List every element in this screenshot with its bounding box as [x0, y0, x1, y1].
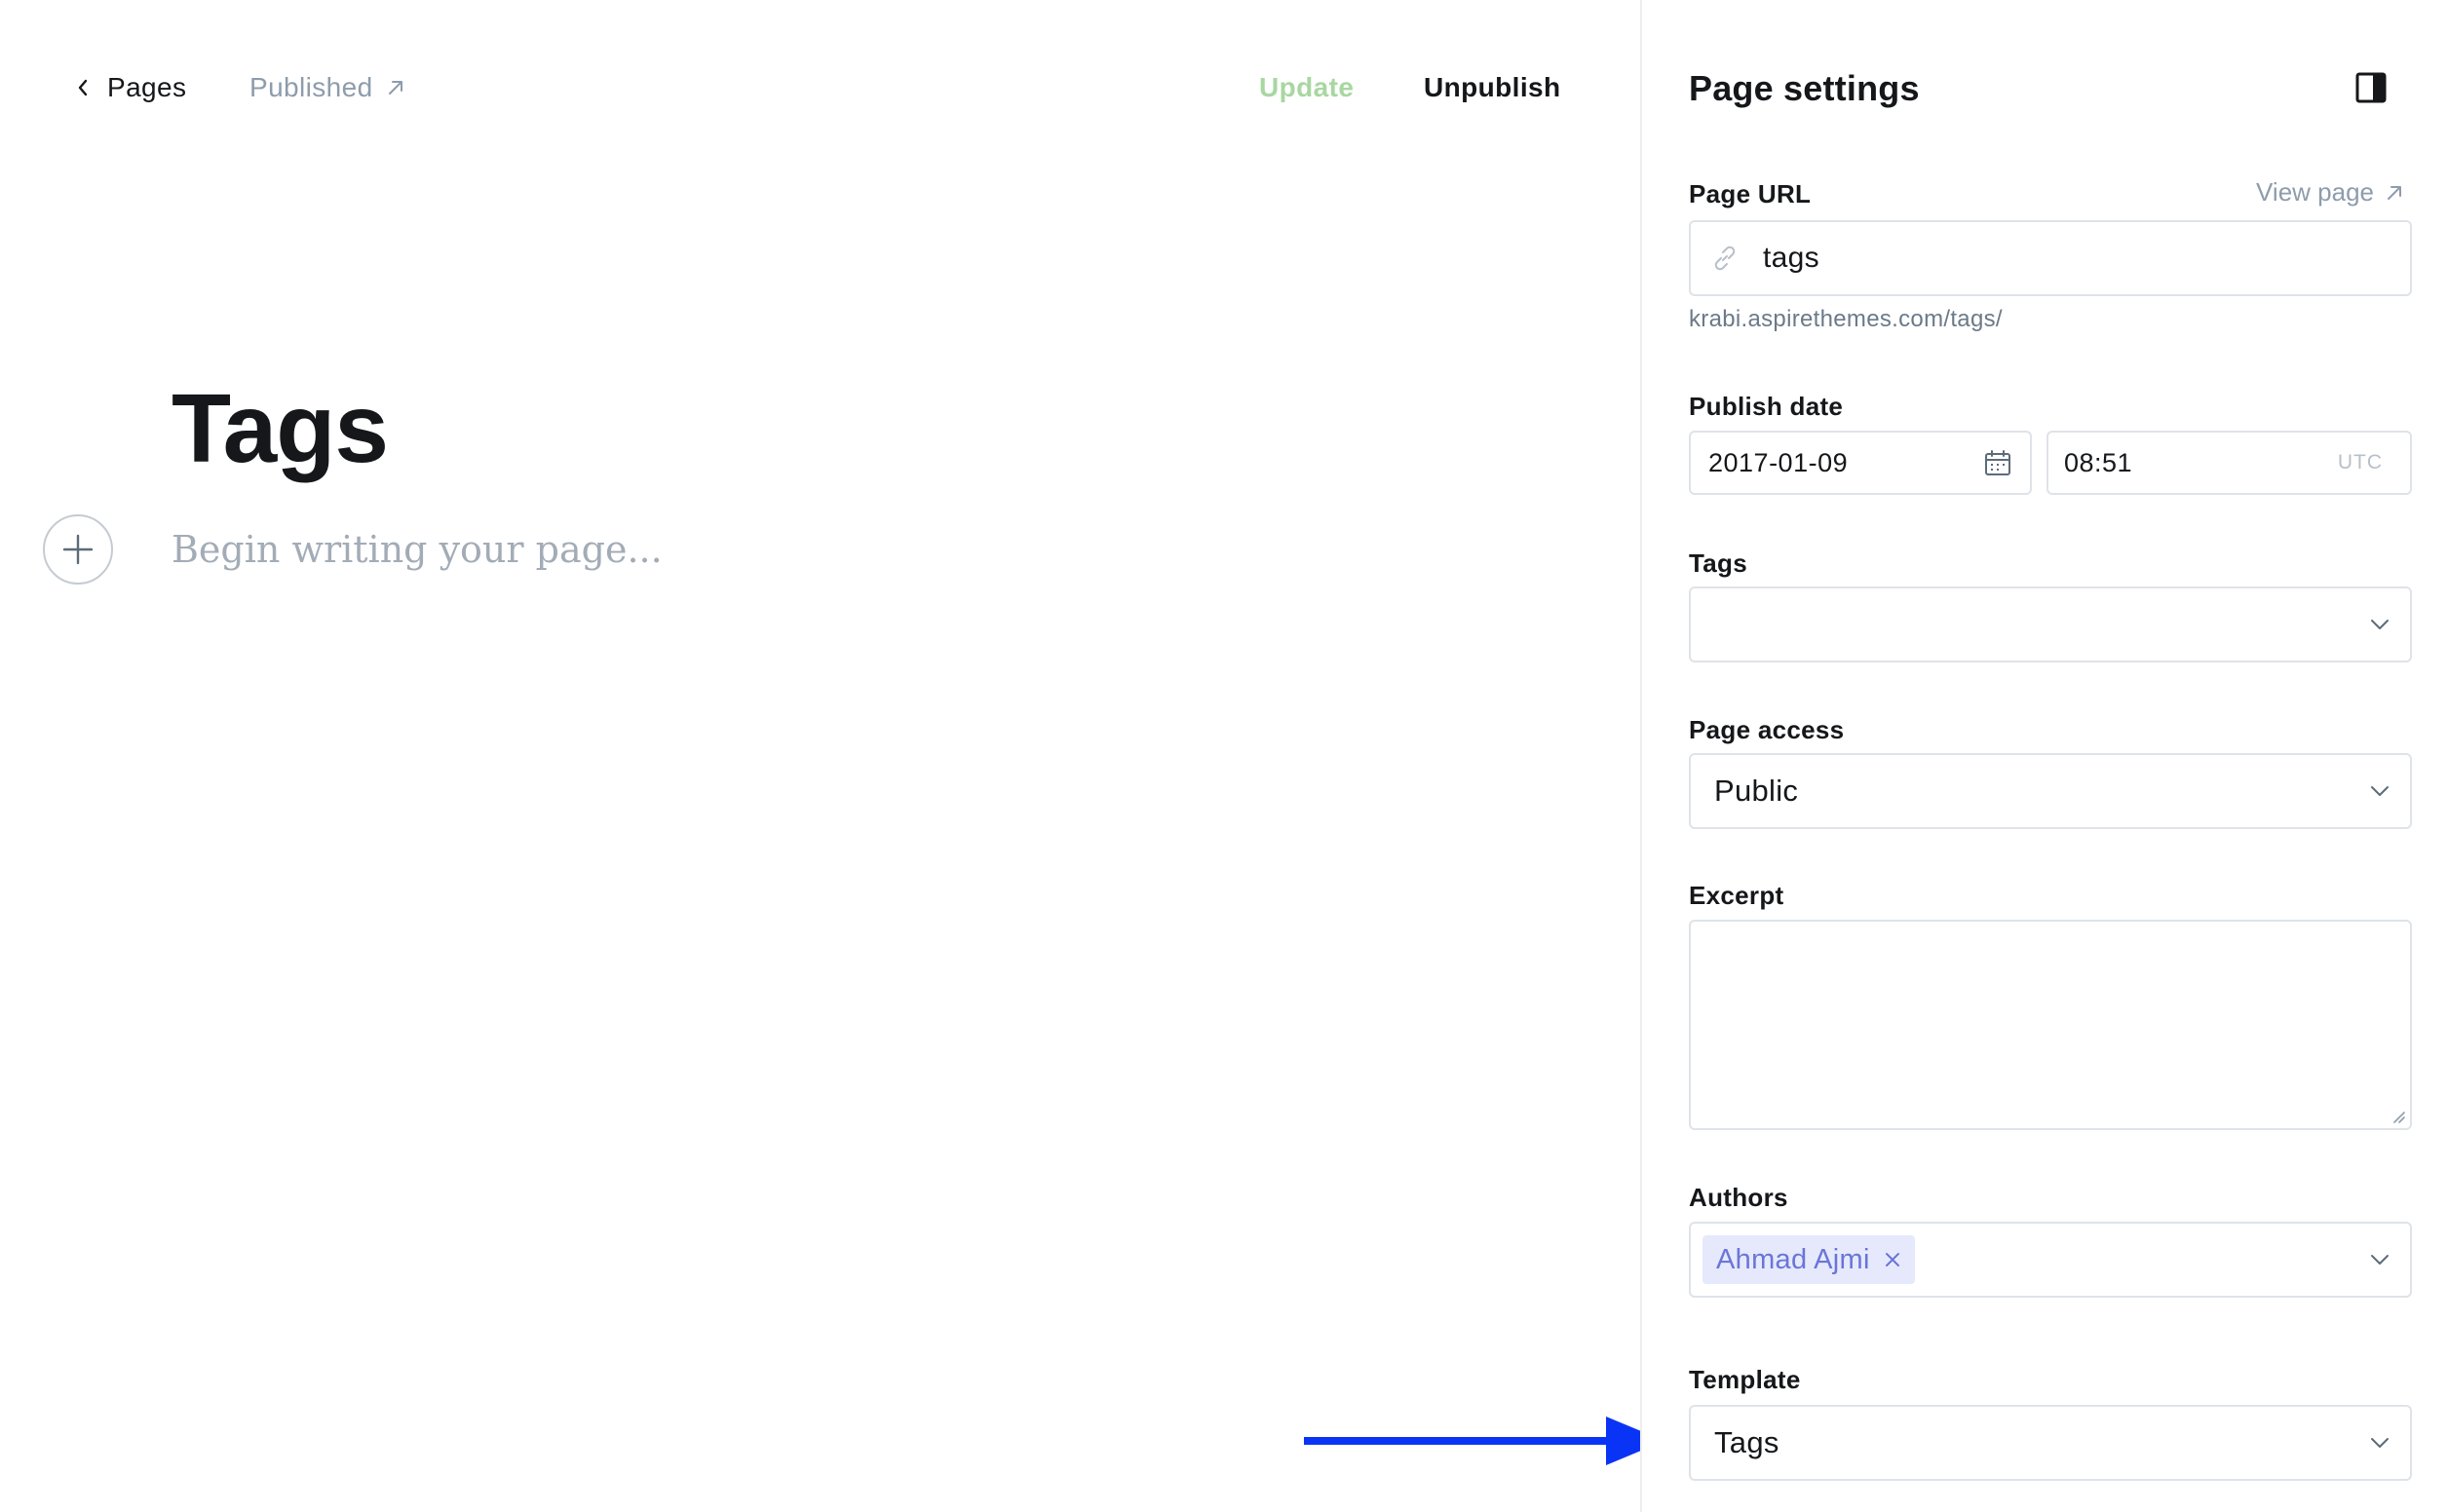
add-card-button[interactable]	[43, 514, 113, 585]
publish-time-value: 08:51	[2064, 447, 2133, 477]
publish-date-label: Publish date	[1689, 392, 1844, 421]
chevron-down-icon	[2371, 620, 2389, 629]
page-url-input[interactable]: tags	[1689, 220, 2412, 296]
status-label: Published	[249, 72, 373, 102]
page-url-label: Page URL	[1689, 179, 1812, 208]
tags-select[interactable]	[1689, 586, 2412, 662]
view-page-link[interactable]: View page	[2256, 177, 2405, 208]
published-status-link[interactable]: Published	[249, 68, 406, 107]
author-name: Ahmad Ajmi	[1716, 1243, 1870, 1275]
publish-date-input[interactable]: 2017-01-09	[1689, 431, 2032, 495]
back-link-label: Pages	[107, 72, 187, 102]
editor-placeholder[interactable]: Begin writing your page...	[172, 520, 663, 579]
chevron-down-icon	[2371, 786, 2389, 796]
template-value: Tags	[1714, 1425, 1779, 1459]
back-to-pages-link[interactable]: Pages	[76, 68, 186, 107]
page-access-label: Page access	[1689, 715, 1845, 744]
author-token[interactable]: Ahmad Ajmi	[1702, 1235, 1915, 1284]
panel-title: Page settings	[1689, 68, 1920, 108]
page-url-hint: krabi.aspirethemes.com/tags/	[1689, 306, 2003, 332]
page-access-value: Public	[1714, 774, 1799, 808]
timezone-label: UTC	[2337, 451, 2383, 473]
arrow-up-right-icon	[388, 81, 402, 94]
excerpt-textarea[interactable]	[1689, 920, 2412, 1130]
template-label: Template	[1689, 1365, 1801, 1394]
sidebar-toggle-icon[interactable]	[2353, 70, 2389, 105]
arrow-up-right-icon	[2388, 185, 2401, 200]
calendar-icon[interactable]	[1983, 448, 2012, 477]
plus-icon	[62, 534, 94, 565]
view-page-label: View page	[2256, 177, 2374, 207]
resize-handle-icon[interactable]	[2391, 1109, 2406, 1124]
close-icon[interactable]	[1884, 1251, 1901, 1268]
publish-date-value: 2017-01-09	[1708, 447, 1849, 477]
page-settings-panel: Page settings Page URL View page tags kr…	[1640, 0, 2448, 1512]
tags-label: Tags	[1689, 548, 1747, 578]
editor-area: Pages Published Update Unpublish Tags Be…	[0, 0, 1664, 1512]
page-access-select[interactable]: Public	[1689, 753, 2412, 829]
chevron-left-icon	[78, 79, 88, 96]
update-button[interactable]: Update	[1259, 68, 1354, 107]
page-url-value: tags	[1763, 242, 1819, 274]
page-title[interactable]: Tags	[172, 370, 389, 487]
annotation-arrow-icon	[1304, 1417, 1664, 1465]
template-select[interactable]: Tags	[1689, 1405, 2412, 1481]
authors-select[interactable]: Ahmad Ajmi	[1689, 1222, 2412, 1298]
chevron-down-icon	[2371, 1438, 2389, 1448]
link-icon	[1714, 246, 1736, 271]
chevron-down-icon	[2371, 1255, 2389, 1265]
publish-time-input[interactable]: 08:51 UTC	[2046, 431, 2412, 495]
unpublish-button[interactable]: Unpublish	[1424, 68, 1560, 107]
authors-label: Authors	[1689, 1183, 1788, 1212]
excerpt-label: Excerpt	[1689, 881, 1784, 910]
